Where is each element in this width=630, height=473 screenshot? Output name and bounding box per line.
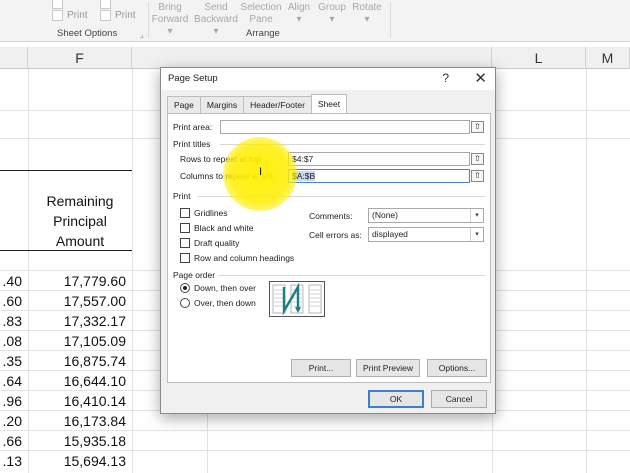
column-header-f[interactable]: F — [28, 47, 132, 69]
column-header-hidden[interactable] — [132, 47, 492, 69]
down-then-over-radio[interactable]: Down, then over — [180, 283, 256, 293]
cell-left[interactable]: .35 — [0, 353, 22, 369]
ribbon: Print Print Sheet Options ⌟ Bring Forward… — [0, 0, 630, 42]
cell-left[interactable]: .60 — [0, 293, 22, 309]
collapse-dialog-icon[interactable]: ⇧ — [471, 153, 484, 165]
cell-left[interactable]: .96 — [0, 393, 22, 409]
print-area-input[interactable] — [220, 120, 470, 134]
cell-left[interactable]: .64 — [0, 373, 22, 389]
sheet-tab-panel: Print area: ⇧ Print titles Rows to repea… — [167, 113, 491, 383]
ok-button[interactable]: OK — [368, 390, 424, 408]
rows-repeat-input[interactable]: $4:$7 — [288, 152, 470, 166]
page-order-preview-image — [269, 281, 325, 317]
black-and-white-checkbox[interactable]: Black and white — [180, 223, 254, 233]
page-order-section: Page order — [173, 270, 216, 280]
row-column-headings-checkbox[interactable]: Row and column headings — [180, 253, 294, 263]
align-button[interactable]: Align ▾ — [283, 2, 315, 26]
header-remaining: Remaining — [46, 193, 114, 209]
section-divider — [218, 275, 485, 276]
cell-f[interactable]: 16,875.74 — [28, 353, 126, 369]
gridlines-checkbox[interactable]: Gridlines — [180, 208, 228, 218]
tab-margins[interactable]: Margins — [199, 96, 245, 113]
comments-select[interactable]: (None) ▾ — [368, 208, 484, 223]
send-backward-button[interactable]: Send Backward ▾ — [193, 2, 239, 38]
rows-repeat-label: Rows to repeat at top: — [180, 154, 264, 164]
dialog-title-bar[interactable]: Page Setup ? ✕ — [161, 68, 495, 90]
tab-strip: Page Margins Header/Footer Sheet — [167, 94, 348, 113]
cancel-button[interactable]: Cancel — [431, 390, 487, 408]
border-line — [0, 170, 132, 171]
page-setup-dialog: Page Setup ? ✕ Page Margins Header/Foote… — [160, 67, 496, 414]
text-cursor-icon: I — [259, 166, 263, 178]
cell-f[interactable]: 15,935.18 — [28, 433, 126, 449]
gridline — [586, 69, 587, 473]
cell-errors-label: Cell errors as: — [309, 230, 362, 240]
help-icon[interactable]: ? — [442, 71, 449, 85]
cell-left[interactable]: .13 — [0, 453, 22, 469]
print-area-label: Print area: — [173, 122, 213, 132]
arrange-group-label: Arrange — [246, 28, 280, 39]
dialog-title: Page Setup — [168, 73, 218, 84]
column-header-m[interactable]: M — [586, 47, 630, 69]
print-gridlines-checkbox[interactable]: Print — [52, 10, 88, 21]
print-titles-section: Print titles — [173, 139, 211, 149]
over-then-down-radio[interactable]: Over, then down — [180, 298, 256, 308]
print-preview-button[interactable]: Print Preview — [356, 359, 420, 377]
cell-f[interactable]: 17,332.17 — [28, 313, 126, 329]
collapse-dialog-icon[interactable]: ⇧ — [471, 121, 484, 133]
collapse-dialog-icon[interactable]: ⇧ — [471, 170, 484, 182]
header-principal: Principal — [53, 213, 107, 229]
cell-f[interactable]: 17,779.60 — [28, 273, 126, 289]
comments-label: Comments: — [309, 211, 353, 221]
view-gridlines-checkbox[interactable] — [52, 0, 63, 9]
cell-f[interactable]: 16,410.14 — [28, 393, 126, 409]
cell-left[interactable]: .20 — [0, 413, 22, 429]
column-header-l[interactable]: L — [492, 47, 586, 69]
selection-pane-button[interactable]: Selection Pane — [240, 2, 282, 26]
column-header-partial[interactable] — [0, 47, 28, 69]
group-button[interactable]: Group ▾ — [315, 2, 349, 26]
options-button[interactable]: Options... — [427, 359, 487, 377]
gridline — [0, 450, 630, 451]
rotate-button[interactable]: Rotate ▾ — [349, 2, 385, 26]
draft-quality-checkbox[interactable]: Draft quality — [180, 238, 239, 248]
sheet-options-group-label: Sheet Options — [57, 28, 118, 39]
cell-f[interactable]: 17,105.09 — [28, 333, 126, 349]
columns-repeat-input[interactable]: $A:$B — [288, 169, 470, 183]
gridline — [0, 430, 630, 431]
cell-f[interactable]: 16,173.84 — [28, 413, 126, 429]
close-icon[interactable]: ✕ — [474, 69, 487, 87]
cell-left[interactable]: .40 — [0, 273, 22, 289]
chevron-down-icon: ▾ — [470, 209, 483, 222]
ribbon-separator — [390, 2, 391, 38]
gridline — [132, 69, 133, 473]
cell-errors-select[interactable]: displayed ▾ — [368, 227, 484, 242]
cell-left[interactable]: .83 — [0, 313, 22, 329]
section-divider — [198, 196, 485, 197]
cell-left[interactable]: .08 — [0, 333, 22, 349]
view-headings-checkbox[interactable] — [100, 0, 111, 9]
print-button[interactable]: Print... — [291, 359, 351, 377]
header-amount: Amount — [55, 233, 105, 249]
cell-left[interactable]: .66 — [0, 433, 22, 449]
bring-forward-button[interactable]: Bring Forward ▾ — [148, 2, 192, 38]
cell-f[interactable]: 16,644.10 — [28, 373, 126, 389]
print-section: Print — [173, 191, 191, 201]
tab-page[interactable]: Page — [167, 96, 201, 113]
dialog-launcher-icon[interactable]: ⌟ — [140, 30, 144, 39]
cell-f[interactable]: 17,557.00 — [28, 293, 126, 309]
print-headings-checkbox[interactable]: Print — [100, 10, 136, 21]
section-divider — [220, 144, 485, 145]
chevron-down-icon: ▾ — [470, 228, 483, 241]
tab-sheet[interactable]: Sheet — [310, 94, 348, 113]
cell-f[interactable]: 15,694.13 — [28, 453, 126, 469]
tab-header-footer[interactable]: Header/Footer — [243, 96, 312, 113]
